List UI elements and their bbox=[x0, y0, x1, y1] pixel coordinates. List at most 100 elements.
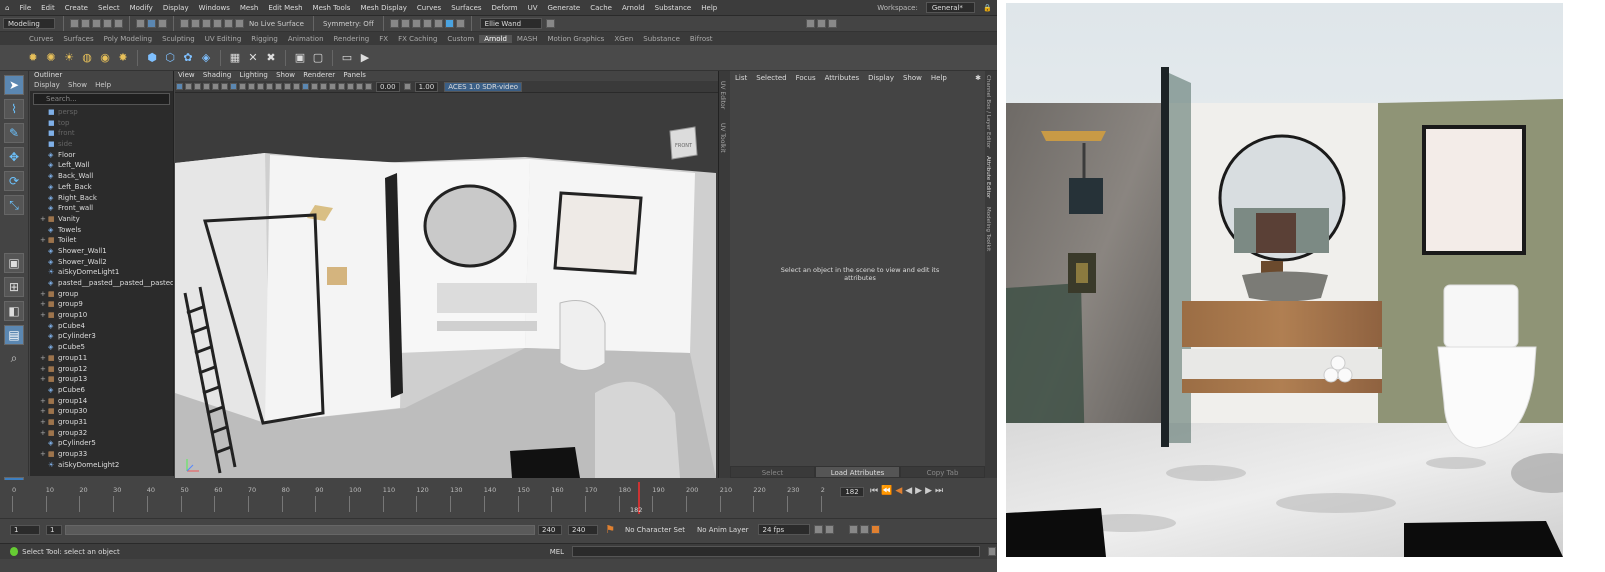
lasso-tool-icon[interactable]: ⌇ bbox=[4, 99, 24, 119]
outliner-search-input[interactable]: Search... bbox=[33, 93, 170, 105]
attr-menu-selected[interactable]: Selected bbox=[756, 74, 786, 82]
outliner-item[interactable]: ■ side bbox=[30, 139, 173, 150]
gate-mask-icon[interactable] bbox=[248, 83, 255, 90]
shelf-tab-poly-modeling[interactable]: Poly Modeling bbox=[99, 35, 157, 43]
range-end-field[interactable]: 240 bbox=[568, 524, 598, 535]
script-editor-icon[interactable] bbox=[987, 547, 996, 556]
status-extra-icon[interactable] bbox=[545, 19, 555, 28]
lights-icon[interactable] bbox=[302, 83, 309, 90]
outliner-item[interactable]: + ▦ group14 bbox=[30, 396, 173, 407]
menu-help[interactable]: Help bbox=[696, 4, 722, 12]
fps-dropdown[interactable]: 24 fps bbox=[757, 524, 810, 535]
menu-deform[interactable]: Deform bbox=[487, 4, 523, 12]
shelf-tab-sculpting[interactable]: Sculpting bbox=[157, 35, 200, 43]
shelf-tab-surfaces[interactable]: Surfaces bbox=[58, 35, 98, 43]
mesh-light-icon[interactable]: ✺ bbox=[44, 51, 58, 65]
expand-icon[interactable]: + bbox=[40, 299, 48, 310]
attr-select-button[interactable]: Select bbox=[730, 466, 815, 478]
outliner-item[interactable]: ◈ Back_Wall bbox=[30, 171, 173, 182]
outliner-item[interactable]: ◈ pCube5 bbox=[30, 342, 173, 353]
go-start-icon[interactable]: ⏮ bbox=[870, 486, 881, 496]
aa-icon[interactable] bbox=[347, 83, 354, 90]
exposure-field[interactable]: 0.00 bbox=[376, 81, 400, 92]
step-back-icon[interactable]: ◀ bbox=[895, 486, 905, 496]
snap-curve-icon[interactable] bbox=[191, 19, 200, 28]
light-portal-icon[interactable]: ✸ bbox=[116, 51, 130, 65]
vp-menu-lighting[interactable]: Lighting bbox=[240, 71, 268, 79]
snap-view-icon[interactable] bbox=[224, 19, 233, 28]
shelf-tab-rendering[interactable]: Rendering bbox=[329, 35, 375, 43]
outliner-item[interactable]: ◈ pasted__pasted__pasted__pasted__p bbox=[30, 278, 173, 289]
outliner-menu-display[interactable]: Display bbox=[34, 81, 60, 89]
expand-icon[interactable]: + bbox=[40, 374, 48, 385]
shelf-tab-bifrost[interactable]: Bifrost bbox=[685, 35, 718, 43]
live-surface-label[interactable]: No Live Surface bbox=[249, 20, 304, 28]
loop-icon[interactable] bbox=[813, 525, 823, 534]
expand-icon[interactable]: + bbox=[40, 353, 48, 364]
snap-plane-icon[interactable] bbox=[213, 19, 222, 28]
outliner-item[interactable]: + ▦ group12 bbox=[30, 364, 173, 375]
menu-mesh[interactable]: Mesh bbox=[235, 4, 263, 12]
attr-menu-list[interactable]: List bbox=[735, 74, 747, 82]
outliner-item[interactable]: + ▦ group33 bbox=[30, 449, 173, 460]
workspace-dropdown[interactable]: General* bbox=[925, 2, 976, 13]
safe-action-icon[interactable] bbox=[266, 83, 273, 90]
render-settings-icon[interactable] bbox=[433, 19, 443, 28]
menu-substance[interactable]: Substance bbox=[650, 4, 697, 12]
outliner-item[interactable]: + ▦ group10 bbox=[30, 310, 173, 321]
mel-command-input[interactable] bbox=[572, 546, 980, 557]
four-pane-icon[interactable]: ⊞ bbox=[4, 277, 24, 297]
menu-create[interactable]: Create bbox=[60, 4, 93, 12]
range-inner-end-field[interactable]: 240 bbox=[538, 524, 562, 535]
play-back-icon[interactable]: ◀ bbox=[905, 486, 915, 496]
help-shelf-icon[interactable]: ▭ bbox=[340, 51, 354, 65]
open-scene-icon[interactable] bbox=[81, 19, 90, 28]
range-inner-start-field[interactable]: 1 bbox=[46, 524, 62, 535]
search-icon[interactable]: ⌕ bbox=[4, 349, 24, 369]
mode-dropdown[interactable]: Modeling bbox=[3, 18, 55, 29]
exposure-icon[interactable] bbox=[365, 83, 372, 90]
license-icon[interactable]: ▢ bbox=[311, 51, 325, 65]
menu-curves[interactable]: Curves bbox=[412, 4, 446, 12]
expand-icon[interactable]: + bbox=[40, 449, 48, 460]
area-light-icon[interactable]: ✹ bbox=[26, 51, 40, 65]
shelf-tab-mash[interactable]: MASH bbox=[512, 35, 543, 43]
hypershade-icon[interactable] bbox=[444, 19, 454, 28]
select-component-icon[interactable] bbox=[158, 19, 167, 28]
wireframe-icon[interactable] bbox=[275, 83, 282, 90]
outliner-item[interactable]: ◈ Right_Back bbox=[30, 193, 173, 204]
export-standin-icon[interactable]: ⬡ bbox=[163, 51, 177, 65]
arnold-render-icon[interactable] bbox=[455, 19, 465, 28]
tab-attribute-editor[interactable]: Attribute Editor bbox=[985, 156, 991, 198]
current-frame-field[interactable]: 182 bbox=[840, 487, 864, 497]
vp-menu-show[interactable]: Show bbox=[276, 71, 295, 79]
skydome-light-icon[interactable]: ◍ bbox=[80, 51, 94, 65]
rotate-tool-icon[interactable]: ⟳ bbox=[4, 171, 24, 191]
anim-settings-icon[interactable] bbox=[870, 525, 880, 534]
copy-tab-button[interactable]: Copy Tab bbox=[900, 466, 985, 478]
outliner-item[interactable]: + ▦ group31 bbox=[30, 417, 173, 428]
select-tool-icon[interactable]: ➤ bbox=[4, 75, 24, 95]
menu-generate[interactable]: Generate bbox=[543, 4, 586, 12]
snap-live-icon[interactable] bbox=[235, 19, 244, 28]
redo-icon[interactable] bbox=[114, 19, 123, 28]
smooth-shade-icon[interactable] bbox=[284, 83, 291, 90]
play-shelf-icon[interactable]: ▶ bbox=[358, 51, 372, 65]
expand-icon[interactable]: + bbox=[40, 364, 48, 375]
attr-menu-focus[interactable]: Focus bbox=[796, 74, 816, 82]
outliner-item[interactable]: ◈ Towels bbox=[30, 225, 173, 236]
vp-menu-view[interactable]: View bbox=[178, 71, 195, 79]
menu-mesh-display[interactable]: Mesh Display bbox=[355, 4, 411, 12]
shelf-tab-xgen[interactable]: XGen bbox=[609, 35, 638, 43]
shelf-tab-custom[interactable]: Custom bbox=[442, 35, 479, 43]
render-icon[interactable] bbox=[411, 19, 421, 28]
expand-icon[interactable]: + bbox=[40, 214, 48, 225]
outliner-item[interactable]: ◈ pCylinder3 bbox=[30, 331, 173, 342]
outliner-item[interactable]: + ▦ group13 bbox=[30, 374, 173, 385]
outliner-item[interactable]: ◈ pCube4 bbox=[30, 321, 173, 332]
menu-modify[interactable]: Modify bbox=[125, 4, 158, 12]
play-forward-icon[interactable]: ▶ bbox=[915, 486, 925, 496]
vp-menu-renderer[interactable]: Renderer bbox=[303, 71, 335, 79]
snap-point-icon[interactable] bbox=[202, 19, 211, 28]
outliner-item[interactable]: ◈ pCylinder5 bbox=[30, 438, 173, 449]
